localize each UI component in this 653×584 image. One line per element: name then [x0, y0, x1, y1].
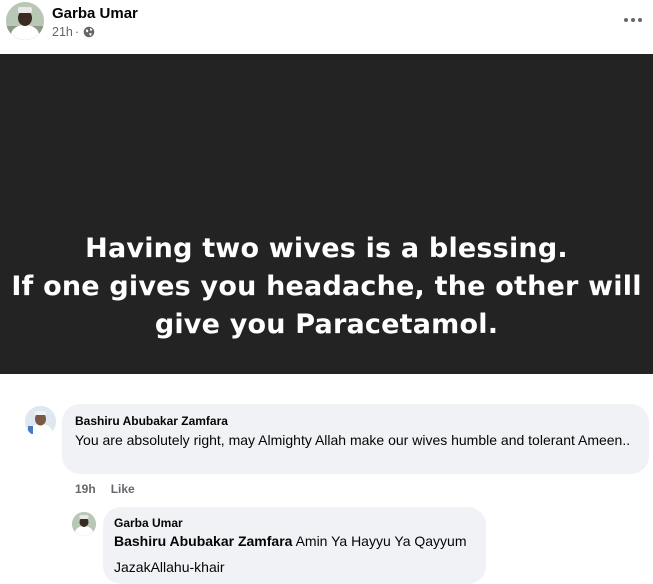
post-image-text: Having two wives is a blessing. If one g… — [0, 230, 653, 344]
commenter-avatar[interactable] — [25, 406, 56, 437]
meta-separator: · — [74, 25, 80, 39]
author-avatar[interactable] — [6, 2, 44, 40]
post-author-name[interactable]: Garba Umar — [52, 5, 138, 22]
reply-bubble: Garba Umar Bashiru Abubakar Zamfara Amin… — [103, 507, 486, 584]
post-timestamp[interactable]: 21h — [52, 25, 73, 39]
post-meta: 21h · — [52, 25, 95, 39]
post-image[interactable]: Having two wives is a blessing. If one g… — [0, 54, 653, 374]
more-options-icon — [624, 18, 628, 22]
post-header: Garba Umar 21h · — [0, 0, 653, 54]
avatar-photo-icon — [25, 406, 56, 437]
comment-author-name[interactable]: Bashiru Abubakar Zamfara — [75, 414, 228, 428]
reply-mention-link[interactable]: Bashiru Abubakar Zamfara — [114, 533, 292, 549]
avatar-photo-icon — [6, 2, 44, 40]
comment-actions: 19h Like — [75, 482, 135, 496]
reply-author-avatar[interactable] — [72, 512, 96, 536]
avatar-photo-icon — [72, 512, 96, 536]
comment-like-button[interactable]: Like — [111, 482, 135, 496]
comment-text: You are absolutely right, may Almighty A… — [75, 432, 631, 448]
reply-author-name[interactable]: Garba Umar — [114, 516, 183, 530]
post-image-line-1: Having two wives is a blessing. — [85, 233, 568, 264]
post-image-line-2: If one gives you headache, the other wil… — [11, 271, 642, 302]
comment-bubble: Bashiru Abubakar Zamfara You are absolut… — [62, 404, 649, 474]
post-image-line-3: give you Paracetamol. — [154, 309, 499, 340]
more-options-button[interactable] — [619, 8, 647, 32]
comment-timestamp[interactable]: 19h — [75, 482, 96, 496]
reply-text: Amin Ya Hayyu Ya Qayyum — [295, 533, 467, 549]
globe-icon[interactable] — [83, 26, 95, 38]
reply-text-line: Bashiru Abubakar Zamfara Amin Ya Hayyu Y… — [114, 531, 467, 551]
reply-text-2: JazakAllahu-khair — [114, 559, 225, 575]
more-options-dot — [631, 18, 635, 22]
more-options-dot — [638, 18, 642, 22]
